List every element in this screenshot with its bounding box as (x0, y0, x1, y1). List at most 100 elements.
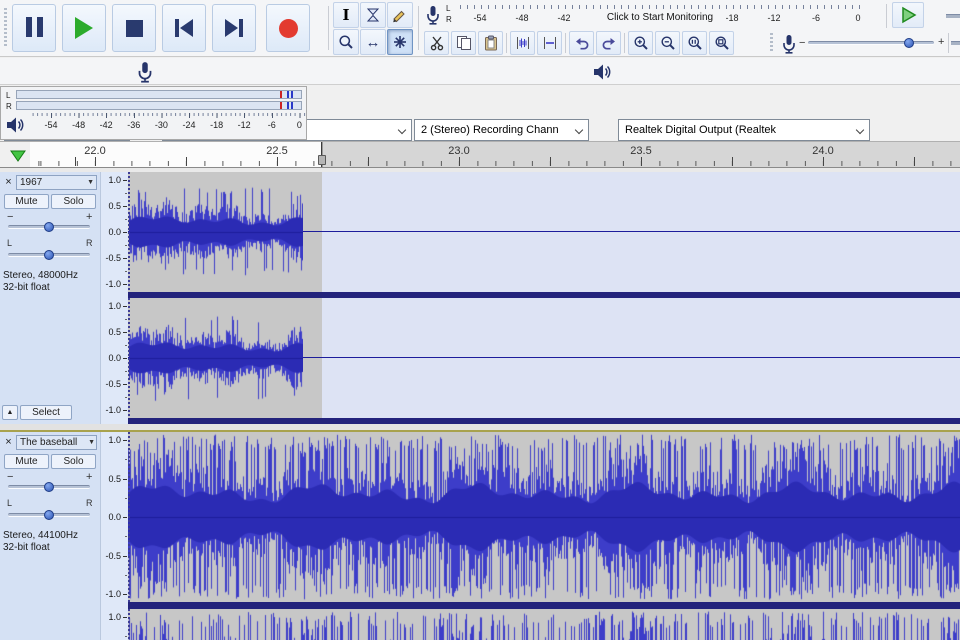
undo-button[interactable] (569, 31, 594, 55)
track1-close-button[interactable]: × (2, 176, 15, 189)
track-menu-arrow-icon: ▼ (87, 179, 94, 186)
track2-channel2-waveform-area[interactable] (128, 609, 960, 640)
clip-left-edge[interactable] (128, 172, 130, 292)
playhead-handle[interactable] (318, 155, 326, 165)
zoom-fit-button[interactable] (709, 31, 734, 55)
zoom-tool-button[interactable] (333, 29, 359, 55)
zoom-selection-button[interactable] (682, 31, 707, 55)
clip-left-edge[interactable] (128, 432, 130, 602)
amplitude-scale-label: 1.0 (108, 175, 121, 185)
track1-pan-thumb[interactable] (44, 250, 54, 260)
track1-select-button[interactable]: Select (20, 405, 72, 420)
waveform-clip-canvas[interactable] (128, 609, 960, 640)
track2-channel1-waveform-area[interactable] (128, 432, 960, 602)
recording-meter-toolbar[interactable]: L R -54-48-42-36-30-24-18-12-60 Click to… (420, 2, 884, 28)
recording-meter-scale-label: -6 (811, 13, 821, 23)
play-button[interactable] (62, 4, 106, 52)
track2-title-bar[interactable]: The baseball ▼ (16, 435, 97, 450)
mixer-toolbar-grip[interactable] (770, 33, 773, 53)
skip-to-end-button[interactable] (212, 4, 256, 52)
copy-button[interactable] (451, 31, 476, 55)
silence-audio-button[interactable] (537, 31, 562, 55)
track2-title: The baseball (20, 437, 78, 448)
track2-gain-slider[interactable] (8, 482, 90, 492)
playback-device-value: Realtek Digital Output (Realtek (625, 124, 777, 136)
track2-pan-slider[interactable] (8, 510, 90, 520)
multi-tool-button[interactable] (387, 29, 413, 55)
selection-tool-button[interactable]: I (333, 2, 359, 28)
timeline[interactable]: 22.0 22.5 23.0 23.5 24.0 (0, 141, 960, 168)
meter-channel-label-right: R (446, 15, 452, 24)
track1-title-bar[interactable]: 1967 ▼ (16, 175, 97, 190)
record-icon (278, 18, 298, 38)
clip-left-edge[interactable] (128, 609, 130, 640)
stop-button[interactable] (112, 4, 156, 52)
zoom-in-button[interactable] (628, 31, 653, 55)
toolbar-separator (886, 4, 887, 28)
amplitude-scale-tick (123, 410, 127, 411)
track2-solo-button[interactable]: Solo (51, 454, 96, 469)
channel-separator[interactable] (128, 602, 960, 609)
record-button[interactable] (266, 4, 310, 52)
playback-meter-scale-label: -54 (44, 120, 58, 130)
play-at-speed-button[interactable] (892, 2, 924, 28)
monitor-prompt[interactable]: Click to Start Monitoring (594, 11, 726, 26)
track1-depth: 32-bit float (3, 282, 50, 293)
play-speed-slider-fragment[interactable] (946, 14, 960, 18)
playback-meter-scale-label: -36 (127, 120, 141, 130)
timeline-ruler-after-playhead[interactable] (322, 142, 960, 167)
skip-to-start-button[interactable] (162, 4, 206, 52)
playback-meter-scale-label: -30 (154, 120, 168, 130)
playback-device-select[interactable]: Realtek Digital Output (Realtek (618, 119, 870, 141)
toolbar-dock: I ↔ L R -54-48-42-36-30-24-18-12-60 Clic… (0, 0, 960, 57)
cut-button[interactable] (424, 31, 449, 55)
zoom-out-button[interactable] (655, 31, 680, 55)
draw-tool-button[interactable] (387, 2, 413, 28)
amplitude-scale-label: 1.0 (108, 612, 121, 622)
waveform-clip-canvas[interactable] (129, 298, 303, 418)
amplitude-scale-label: 0.5 (108, 327, 121, 337)
recording-volume-slider[interactable] (808, 38, 934, 48)
waveform-clip-canvas[interactable] (128, 432, 960, 602)
clip-indicator (280, 91, 282, 98)
recording-channels-select[interactable]: 2 (Stereo) Recording Chann (414, 119, 589, 141)
track2-control-panel[interactable]: × The baseball ▼ Mute Solo − + L R Stere… (0, 432, 100, 640)
playback-volume-slider-fragment[interactable] (951, 41, 960, 45)
redo-button[interactable] (596, 31, 621, 55)
amplitude-scale-minor-tick (125, 371, 127, 372)
transport-toolbar-grip[interactable] (4, 8, 7, 48)
track2-gain-thumb[interactable] (44, 482, 54, 492)
pause-button[interactable] (12, 4, 56, 52)
time-shift-tool-button[interactable]: ↔ (360, 29, 386, 55)
envelope-tool-button[interactable] (360, 2, 386, 28)
timeline-options-button[interactable] (5, 146, 31, 165)
track1-control-panel[interactable]: × 1967 ▼ Mute Solo − + L R Stereo, 48000… (0, 172, 100, 424)
track1-mute-button[interactable]: Mute (4, 194, 49, 209)
amplitude-scale-tick (123, 306, 127, 307)
timeline-ruler-before-playhead[interactable] (30, 142, 322, 167)
trim-audio-button[interactable] (510, 31, 535, 55)
copy-icon (456, 36, 471, 50)
track1-ch2-scale: 1.0 0.5 0.0 -0.5 -1.0 (100, 298, 128, 418)
track2-mute-button[interactable]: Mute (4, 454, 49, 469)
amplitude-scale-tick (123, 555, 127, 557)
trim-audio-icon (516, 37, 529, 49)
track1-gain-thumb[interactable] (44, 222, 54, 232)
track1-gain-slider[interactable] (8, 222, 90, 232)
playback-meter-scale-label: -24 (182, 120, 196, 130)
track1-channel1-waveform-area[interactable] (128, 172, 960, 292)
track2-close-button[interactable]: × (2, 436, 15, 449)
play-at-speed-icon (902, 6, 917, 24)
recording-volume-min-label: − (799, 37, 806, 49)
track1-solo-button[interactable]: Solo (51, 194, 96, 209)
track1-collapse-button[interactable]: ▲ (2, 405, 18, 420)
playback-meter-toolbar[interactable]: L R -54 -48 -42 -36 -30 -24 -18 -12 -6 0 (0, 86, 307, 140)
clip-left-edge[interactable] (128, 298, 130, 418)
waveform-clip-canvas[interactable] (129, 172, 303, 292)
track1-pan-slider[interactable] (8, 250, 90, 260)
recording-meter-ticks (460, 5, 860, 9)
track2-pan-thumb[interactable] (44, 510, 54, 520)
recording-volume-thumb[interactable] (904, 38, 914, 48)
paste-button[interactable] (478, 31, 503, 55)
track1-channel2-waveform-area[interactable] (128, 298, 960, 418)
